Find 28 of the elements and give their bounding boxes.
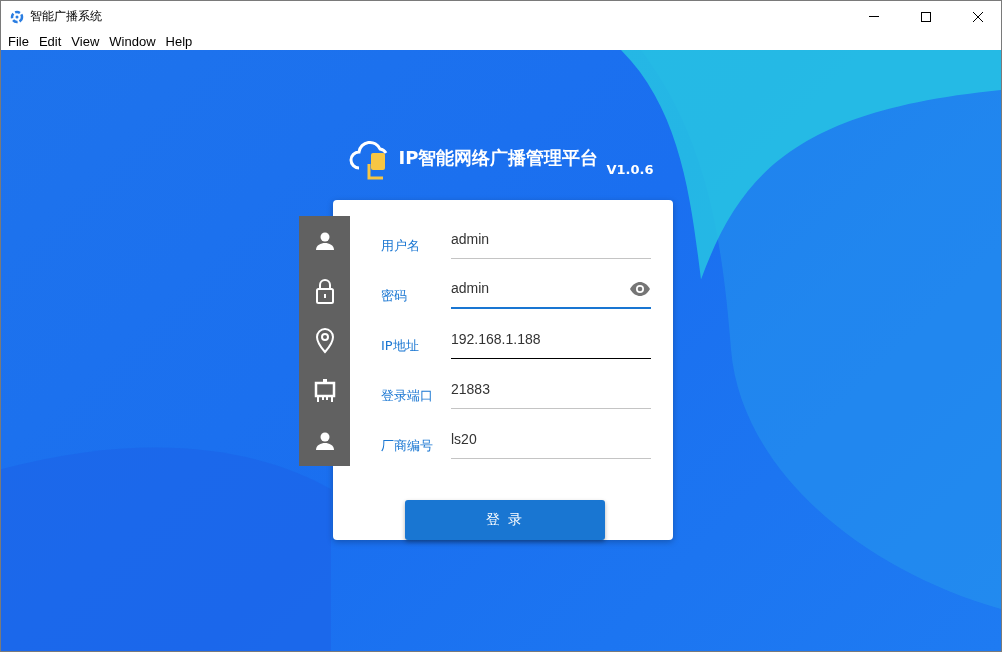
menu-item[interactable]: View xyxy=(66,33,105,49)
text-field[interactable]: 21883 xyxy=(451,369,651,409)
location-pin-icon xyxy=(315,328,334,354)
person-icon xyxy=(314,231,335,251)
field-label: 登录端口 xyxy=(381,387,434,405)
lock-icon xyxy=(314,278,335,304)
window-title: 智能广播系统 xyxy=(30,8,103,25)
menu-item[interactable]: Window xyxy=(104,33,161,49)
text-field[interactable]: ls20 xyxy=(451,419,651,459)
version-label: V1.0.6 xyxy=(606,162,654,177)
login-button[interactable]: 登 录 xyxy=(405,500,605,540)
field-label: 厂商编号 xyxy=(381,437,434,455)
close-icon xyxy=(973,11,983,22)
minimize-icon xyxy=(869,16,879,17)
menu-item[interactable]: Edit xyxy=(33,33,67,49)
person-icon xyxy=(314,431,335,451)
text-field[interactable]: 192.168.1.188 xyxy=(451,319,651,359)
field-label: IP地址 xyxy=(381,337,420,355)
field-label: 用户名 xyxy=(381,237,421,255)
menu-item[interactable]: File xyxy=(3,33,34,49)
menu-item[interactable]: Help xyxy=(160,33,198,49)
field-label: 密码 xyxy=(381,287,408,305)
text-field[interactable]: admin xyxy=(451,219,651,259)
app-title: IP智能网络广播管理平台 xyxy=(398,146,599,170)
maximize-icon xyxy=(921,11,931,22)
eye-icon[interactable] xyxy=(629,282,651,296)
easel-icon xyxy=(313,379,336,403)
app-logo-icon xyxy=(10,9,24,24)
